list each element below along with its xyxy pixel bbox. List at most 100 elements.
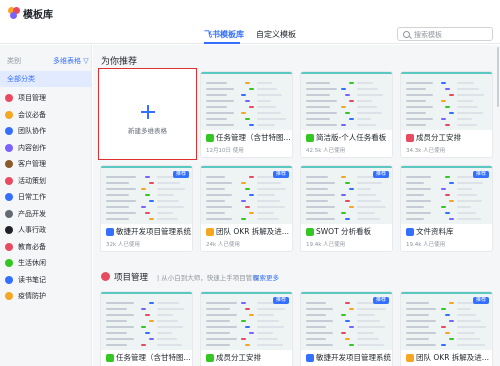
tab-custom-templates[interactable]: 自定义模板: [256, 29, 296, 40]
template-preview: 推荐: [401, 166, 492, 224]
template-title: SWOT 分析看板: [316, 227, 372, 236]
active-tab-indicator: [204, 42, 240, 44]
usage-count: 19.4k 人已使用: [306, 242, 346, 248]
sidebar-item-label: 日常工作: [18, 193, 46, 201]
template-preview: 推荐: [201, 292, 292, 350]
template-title: 敏捷开发项目管理系统: [316, 353, 391, 362]
template-card[interactable]: 成员分工安排 34.3k 人已使用: [400, 71, 493, 158]
template-card[interactable]: 推荐团队 OKR 拆解及进...: [400, 291, 493, 366]
category-description: | 从小白到大师，快速上手项目管理: [157, 274, 259, 282]
template-card[interactable]: 推荐 SWOT 分析看板 19.4k 人已使用: [300, 165, 393, 252]
leaf-icon: [5, 259, 13, 267]
palette-icon: [5, 143, 13, 152]
sidebar-item-label: 教育必备: [18, 242, 46, 251]
template-card[interactable]: 推荐敏捷开发项目管理系统 32k 人已使用: [100, 165, 193, 252]
tab-feishu-templates[interactable]: 飞书模板库: [204, 29, 244, 40]
template-preview: [101, 292, 192, 350]
table-icon: [406, 354, 414, 362]
template-card[interactable]: 推荐团队 OKR 拆解及进... 24k 人已使用: [200, 165, 293, 252]
type-filter-dropdown[interactable]: 多维表格 ▽: [53, 56, 89, 66]
search-box[interactable]: [397, 27, 493, 41]
template-preview: 推荐: [301, 292, 392, 350]
table-icon: [406, 228, 414, 236]
table-icon: [406, 134, 414, 142]
sidebar-item[interactable]: 日常工作: [5, 190, 91, 204]
app-logo-icon: [8, 7, 20, 19]
sidebar-item[interactable]: 团队协作: [5, 124, 91, 138]
table-icon: [206, 354, 214, 362]
explore-more-link[interactable]: 探索更多: [253, 272, 279, 282]
target-icon: [101, 272, 110, 281]
table-icon: [206, 228, 214, 236]
template-title: 成员分工安排: [216, 353, 261, 362]
search-input[interactable]: [414, 29, 490, 40]
sidebar-item-label: 产品开发: [18, 209, 46, 218]
recommend-badge: 推荐: [472, 171, 489, 178]
mask-icon: [5, 292, 13, 300]
sidebar-item-label: 项目管理: [18, 94, 46, 102]
app-title: 模板库: [23, 10, 53, 21]
template-title: 任务管理（含甘特图...: [116, 353, 191, 362]
team-icon: [5, 127, 13, 135]
sidebar-item[interactable]: 会议必备: [5, 108, 91, 122]
template-title: 团队 OKR 拆解及进...: [216, 227, 289, 236]
notebook-icon: [5, 275, 13, 284]
recommend-badge: 推荐: [472, 297, 489, 304]
laptop-icon: [5, 209, 13, 218]
template-preview: [401, 72, 492, 130]
sidebar-header: 类别: [7, 57, 21, 65]
recommend-badge: 推荐: [372, 171, 389, 178]
new-table-card[interactable]: 新建多维表格: [98, 68, 197, 160]
template-preview: 推荐: [301, 166, 392, 224]
template-card[interactable]: 推荐敏捷开发项目管理系统: [300, 291, 393, 366]
target-icon: [5, 94, 13, 102]
sidebar-item-label: 读书笔记: [18, 275, 46, 284]
sidebar-item[interactable]: 读书笔记: [5, 273, 91, 287]
search-icon: [403, 31, 410, 38]
template-title: 团队 OKR 拆解及进...: [416, 353, 489, 362]
sidebar-item[interactable]: 生活休闲: [5, 256, 91, 270]
new-table-label: 新建多维表格: [128, 127, 167, 135]
usage-count: 24k 人已使用: [206, 242, 240, 248]
briefcase-icon: [5, 160, 13, 168]
template-preview: 推荐: [101, 166, 192, 224]
pencil-icon: [5, 110, 13, 119]
table-icon: [306, 134, 314, 142]
usage-count: 12月10日 使用: [206, 148, 244, 154]
table-icon: [106, 354, 114, 362]
template-card[interactable]: 简洁版-个人任务看板 42.5k 人已使用: [300, 71, 393, 158]
table-icon: [306, 228, 314, 236]
sidebar-item[interactable]: 内容创作: [5, 141, 91, 155]
template-card[interactable]: 推荐文件资料库 19.4k 人已使用: [400, 165, 493, 252]
sidebar-item[interactable]: 活动策划: [5, 174, 91, 188]
template-card[interactable]: 任务管理（含甘特图... 12月10日 使用: [200, 71, 293, 158]
category-sidebar: 类别 多维表格 ▽ 全部分类 项目管理会议必备团队协作内容创作客户管理活动策划日…: [0, 45, 92, 366]
sidebar-item-label: 生活休闲: [18, 259, 46, 267]
sidebar-item[interactable]: 人事行政: [5, 223, 91, 237]
template-title: 简洁版-个人任务看板: [316, 133, 387, 142]
sidebar-item-all[interactable]: 全部分类: [0, 71, 92, 87]
sidebar-item[interactable]: 项目管理: [5, 91, 91, 105]
template-card[interactable]: 任务管理（含甘特图...: [100, 291, 193, 366]
template-title: 文件资料库: [416, 227, 454, 236]
usage-count: 32k 人已使用: [106, 242, 140, 248]
sidebar-item-label: 内容创作: [18, 143, 46, 152]
template-preview: 推荐: [401, 292, 492, 350]
recommend-badge: 推荐: [272, 171, 289, 178]
template-card[interactable]: 推荐成员分工安排: [200, 291, 293, 366]
sidebar-item[interactable]: 产品开发: [5, 207, 91, 221]
folder-icon: [5, 226, 13, 234]
sidebar-item-label: 客户管理: [18, 160, 46, 168]
table-icon: [306, 354, 314, 362]
scrollbar[interactable]: [497, 47, 499, 107]
recommend-badge: 推荐: [372, 297, 389, 304]
sidebar-item[interactable]: 客户管理: [5, 157, 91, 171]
usage-count: 19.4k 人已使用: [406, 242, 446, 248]
table-icon: [106, 228, 114, 236]
book-icon: [5, 242, 13, 251]
template-title: 敏捷开发项目管理系统: [116, 227, 191, 236]
sidebar-item[interactable]: 疫情防护: [5, 289, 91, 303]
sidebar-item-label: 活动策划: [18, 176, 46, 185]
section-title-recommend: 为你推荐: [101, 57, 138, 67]
sidebar-item[interactable]: 教育必备: [5, 240, 91, 254]
